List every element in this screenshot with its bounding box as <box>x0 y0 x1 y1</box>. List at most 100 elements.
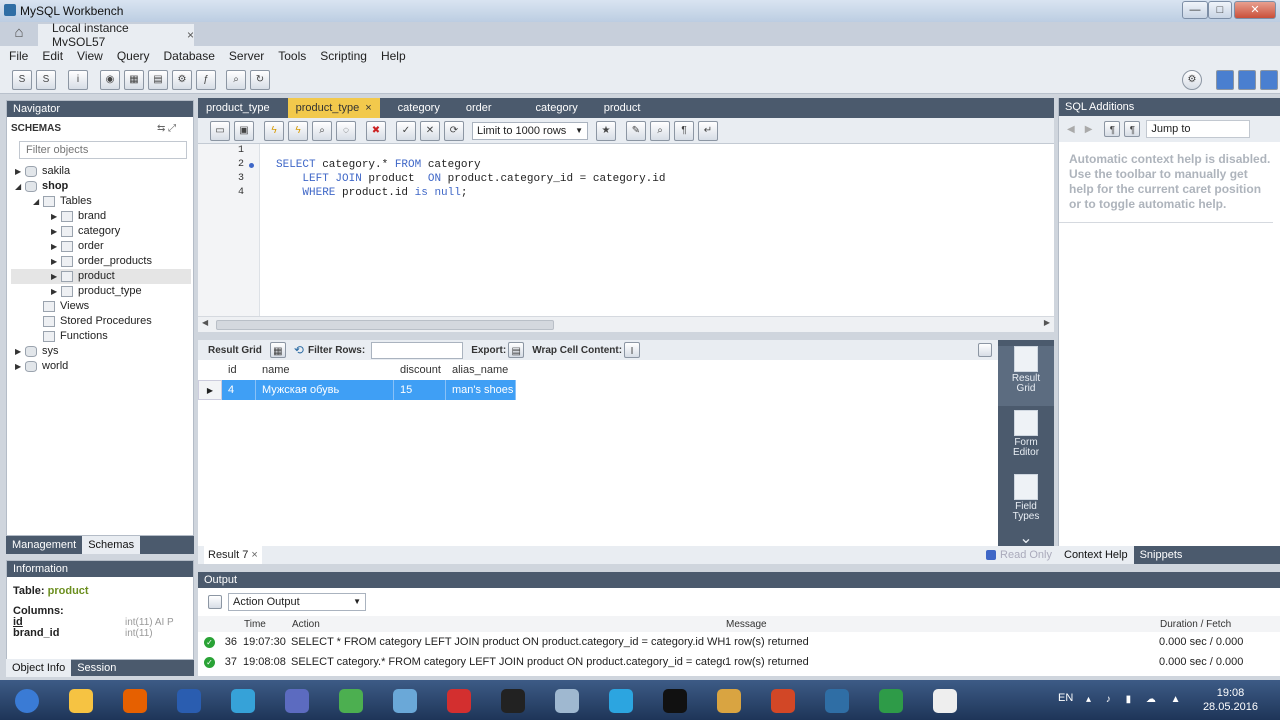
open-sql-script-icon[interactable]: S <box>36 69 56 90</box>
taskbar-explorer[interactable] <box>56 683 106 719</box>
reconnect-icon[interactable]: ↻ <box>250 69 270 90</box>
scroll-left-icon[interactable]: ◀ <box>202 318 208 327</box>
stop-icon[interactable]: ◌ <box>336 120 356 141</box>
wrap-cell-icon[interactable]: I <box>624 342 641 358</box>
execute-current-icon[interactable]: ϟ <box>288 120 308 141</box>
menu-query[interactable]: Query <box>110 46 157 66</box>
output-row[interactable]: ✓ 36 19:07:30 SELECT * FROM category LEFT J… <box>198 632 1280 652</box>
create-table-icon[interactable]: ▦ <box>124 69 144 90</box>
menu-scripting[interactable]: Scripting <box>313 46 374 66</box>
grid-cell[interactable]: man's shoes <box>446 380 516 400</box>
editor-tab[interactable]: order <box>458 98 500 118</box>
auto-help-icon[interactable]: ¶ <box>1124 121 1141 137</box>
add-snippet-icon[interactable]: ★ <box>596 120 616 141</box>
new-sql-tab-icon[interactable]: S <box>12 69 32 90</box>
editor-tab[interactable]: product <box>596 98 649 118</box>
beautify-icon[interactable]: ✎ <box>626 120 646 141</box>
output-row[interactable]: ✓ 37 19:08:08 SELECT category.* FROM catego… <box>198 652 1280 672</box>
find-icon[interactable]: ⌕ <box>650 120 670 141</box>
editor-tab[interactable]: category <box>390 98 448 118</box>
collapsed-arrow-icon[interactable]: ▶ <box>15 164 25 179</box>
settings-gear-icon[interactable]: ⚙ <box>1182 69 1202 90</box>
tray-icons[interactable]: ▴ ♪ ▮ ☁ ▲ <box>1086 694 1187 705</box>
limit-rows-select[interactable]: Limit to 1000 rows ▼ <box>472 121 588 140</box>
side-form-editor[interactable]: Form Editor <box>998 410 1054 470</box>
expanded-arrow-icon[interactable]: ◢ <box>15 179 25 194</box>
result-tab[interactable]: Result 7 × <box>204 546 262 564</box>
grid-cell[interactable]: 4 <box>222 380 256 400</box>
execute-icon[interactable]: ϟ <box>264 120 284 141</box>
tree-item-sakila[interactable]: ▶ sakila <box>11 164 191 179</box>
open-file-icon[interactable]: ▭ <box>210 120 230 141</box>
filter-objects-input[interactable] <box>19 141 187 159</box>
menu-tools[interactable]: Tools <box>271 46 313 66</box>
search-table-data-icon[interactable]: ⌕ <box>226 69 246 90</box>
collapsed-arrow-icon[interactable]: ▶ <box>51 224 61 239</box>
code-area[interactable]: SELECT category.* FROM category LEFT JOI… <box>276 144 665 200</box>
collapsed-arrow-icon[interactable]: ▶ <box>15 344 25 359</box>
taskbar-qip[interactable] <box>380 683 430 719</box>
toggle-continue-on-error-icon[interactable]: ✖ <box>366 120 386 141</box>
grid-cell[interactable]: Мужская обувь <box>256 380 394 400</box>
taskbar-firefox[interactable] <box>110 683 160 719</box>
grid-cell[interactable]: 15 <box>394 380 446 400</box>
menu-edit[interactable]: Edit <box>35 46 70 66</box>
tree-item-tables[interactable]: ◢ Tables <box>11 194 191 209</box>
scroll-right-icon[interactable]: ▶ <box>1044 318 1050 327</box>
tree-item-shop[interactable]: ◢ shop <box>11 179 191 194</box>
taskbar-opera[interactable] <box>434 683 484 719</box>
manual-help-icon[interactable]: ¶ <box>1104 121 1121 137</box>
language-indicator[interactable]: EN <box>1058 692 1073 704</box>
action-output-select[interactable]: Action Output ▼ <box>228 593 366 611</box>
collapsed-arrow-icon[interactable]: ▶ <box>51 284 61 299</box>
tree-item-sys[interactable]: ▶ sys <box>11 344 191 359</box>
collapsed-arrow-icon[interactable]: ▶ <box>15 359 25 374</box>
refresh-schemas-icon[interactable]: ⇆ ⤢ <box>157 123 176 134</box>
editor-tab[interactable]: product_type <box>198 98 278 118</box>
tree-item-world[interactable]: ▶ world <box>11 359 191 374</box>
taskbar-chrome[interactable] <box>326 683 376 719</box>
grid-column-header[interactable]: name <box>256 360 394 380</box>
tab-context-help[interactable]: Context Help <box>1058 546 1134 564</box>
tree-item-functions[interactable]: Functions <box>11 329 191 344</box>
taskbar-video-editor[interactable] <box>704 683 754 719</box>
filter-rows-input[interactable] <box>371 341 464 359</box>
autocommit-icon[interactable]: ⟳ <box>444 120 464 141</box>
tab-session[interactable]: Session <box>71 659 122 677</box>
expanded-arrow-icon[interactable]: ◢ <box>33 194 43 209</box>
menu-view[interactable]: View <box>70 46 110 66</box>
tree-item-stored-procedures[interactable]: Stored Procedures <box>11 314 191 329</box>
save-icon[interactable]: ▣ <box>234 120 254 141</box>
inspector-icon[interactable]: i <box>68 69 88 90</box>
create-function-icon[interactable]: ƒ <box>196 69 216 90</box>
collapsed-arrow-icon[interactable]: ▶ <box>51 254 61 269</box>
grid-column-header[interactable]: discount <box>394 360 446 380</box>
toggle-sidebar-icon[interactable] <box>1216 69 1234 90</box>
tree-item-order[interactable]: ▶ order <box>11 239 191 254</box>
close-tab-icon[interactable]: × <box>365 102 371 114</box>
grid-column-header[interactable]: alias_name <box>446 360 516 380</box>
jump-to-input[interactable]: Jump to <box>1146 120 1251 138</box>
create-schema-icon[interactable]: ◉ <box>100 69 120 90</box>
taskbar-powerpoint[interactable] <box>758 683 808 719</box>
tree-item-brand[interactable]: ▶ brand <box>11 209 191 224</box>
tree-item-views[interactable]: Views <box>11 299 191 314</box>
toggle-secondary-sidebar-icon[interactable] <box>1260 69 1278 90</box>
collapsed-arrow-icon[interactable]: ▶ <box>51 269 61 284</box>
chevron-down-icon[interactable]: ⌄ <box>998 531 1054 547</box>
toggle-output-icon[interactable] <box>1238 69 1256 90</box>
export-icon[interactable]: ▤ <box>508 342 525 358</box>
editor-tab[interactable]: product_type × <box>287 98 380 118</box>
menu-file[interactable]: File <box>2 46 35 66</box>
taskbar-workbench-blue[interactable] <box>164 683 214 719</box>
close-tab-icon[interactable]: × <box>187 28 194 42</box>
tab-management[interactable]: Management <box>6 536 82 554</box>
close-result-tab-icon[interactable]: × <box>251 549 257 561</box>
output-options-icon[interactable] <box>208 595 222 609</box>
commit-icon[interactable]: ✓ <box>396 120 416 141</box>
side-field-types[interactable]: Field Types <box>998 474 1054 534</box>
tree-item-order_products[interactable]: ▶ order_products <box>11 254 191 269</box>
refresh-icon[interactable]: ⟲ <box>294 343 304 357</box>
toggle-result-panel-icon[interactable] <box>978 343 992 357</box>
side-result-grid[interactable]: Result Grid <box>998 346 1054 406</box>
